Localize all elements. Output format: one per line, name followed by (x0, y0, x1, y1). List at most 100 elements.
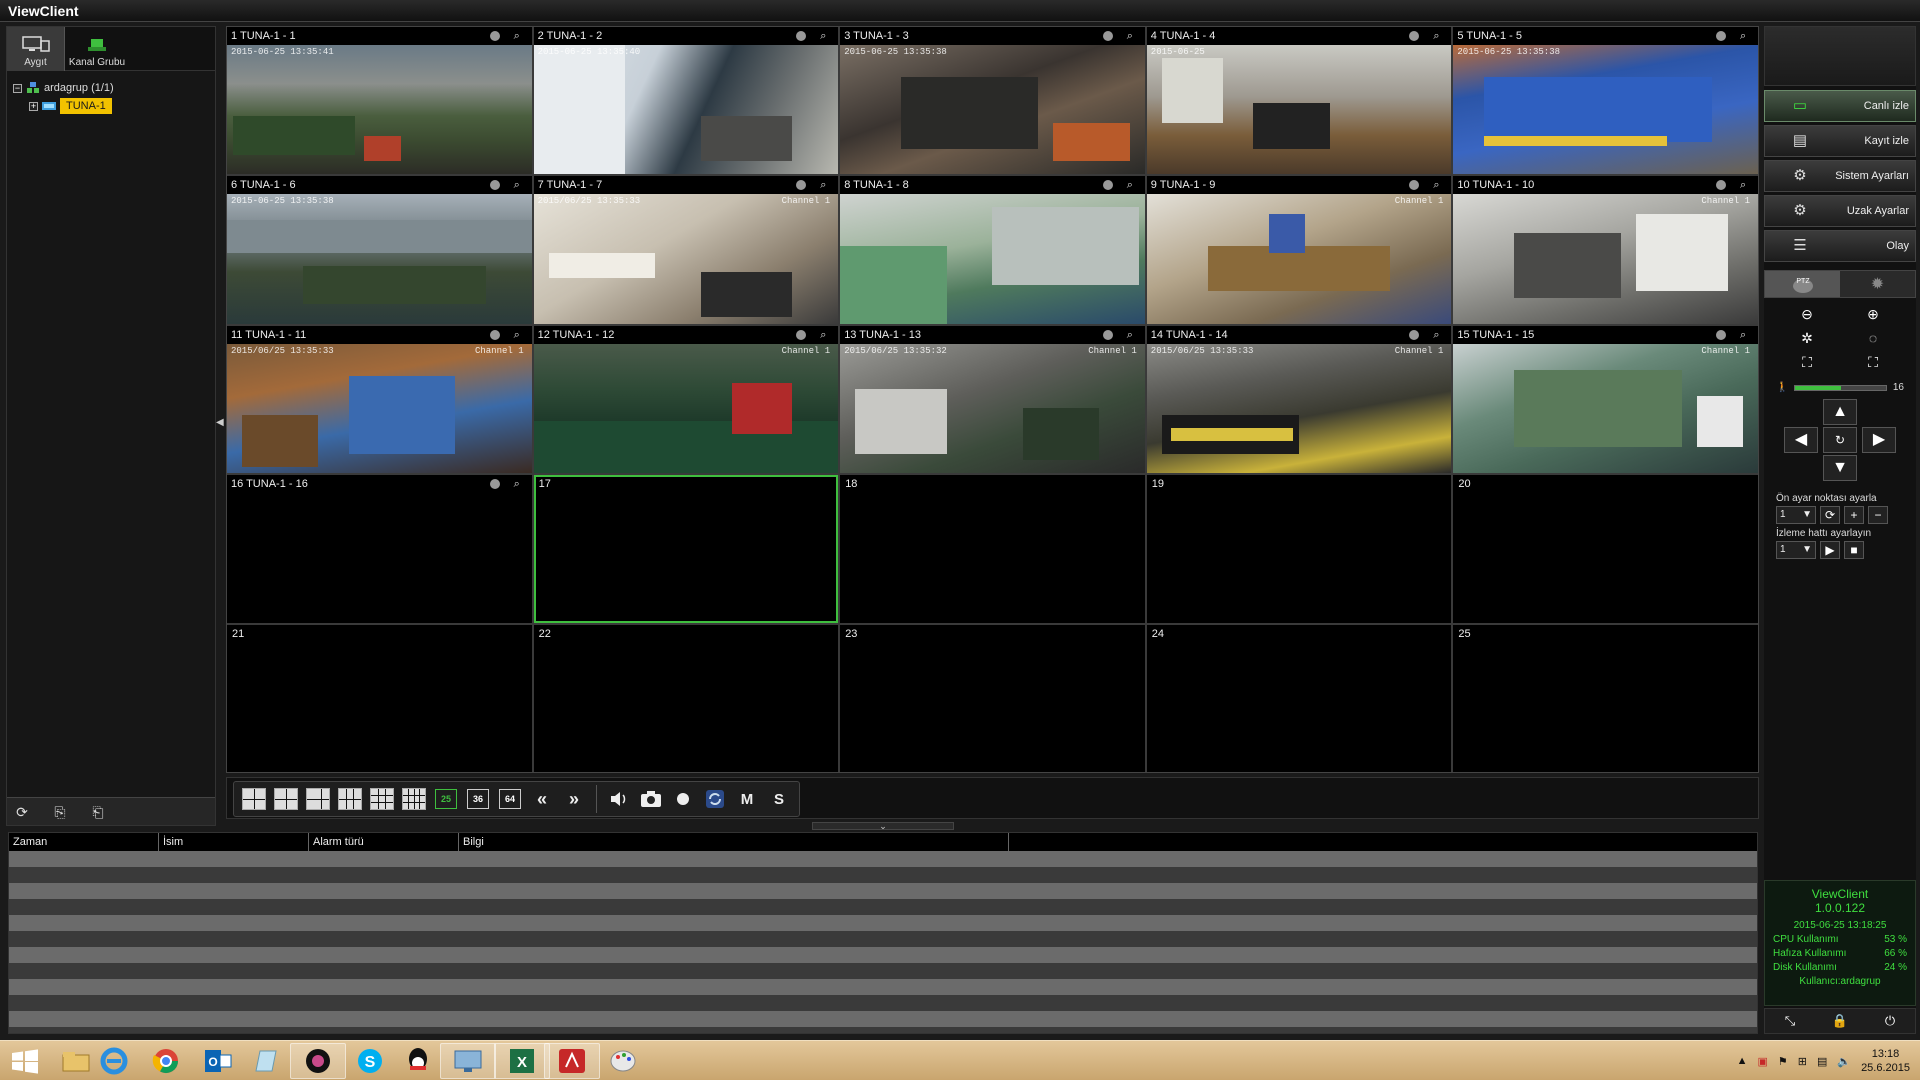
import-icon[interactable]: ⎘ (51, 803, 69, 821)
tray-acrobat-icon[interactable]: ▣ (1757, 1055, 1767, 1068)
event-log-row[interactable] (9, 867, 1757, 883)
record-status-icon[interactable] (489, 329, 500, 340)
layout-64-button[interactable]: 64 (496, 785, 524, 813)
empty-camera-cell[interactable]: 19 (1146, 475, 1452, 623)
power-icon[interactable]: ⏻ (1879, 1011, 1901, 1031)
camera-video-feed[interactable]: 2015/06/25 13:35:33 Channel 1 (1146, 343, 1452, 474)
digital-zoom-icon[interactable]: ⌕ (820, 179, 832, 191)
lock-icon[interactable]: 🔒 (1829, 1011, 1851, 1031)
camera-cell[interactable]: 13 TUNA-1 - 13 ⌕ 2015/06/25 13:35:32 Channe… (840, 325, 1145, 474)
focus-near-icon[interactable]: ✲ (1794, 328, 1820, 348)
camera-cell[interactable]: 3 TUNA-1 - 3 ⌕ 2015-06-25 13:35:38 (840, 27, 1145, 175)
event-log-row[interactable] (9, 963, 1757, 979)
layout-25-button[interactable]: 25 (432, 785, 460, 813)
camera-cell[interactable]: 4 TUNA-1 - 4 ⌕ 2015-06-25 (1146, 27, 1452, 175)
camera-cell[interactable]: 10 TUNA-1 - 10 ⌕ Channel 1 (1453, 176, 1758, 324)
layout-9-icon[interactable] (368, 785, 396, 813)
event-log-row[interactable] (9, 931, 1757, 947)
camera-cell[interactable]: 16 TUNA-1 - 16 ⌕ (227, 475, 532, 623)
track-play-icon[interactable]: ▶ (1820, 541, 1840, 559)
m-button[interactable]: M (733, 785, 761, 813)
zoom-out-icon[interactable]: ⊖ (1794, 304, 1820, 324)
tree-device-row[interactable]: + TUNA-1 (13, 97, 209, 115)
audio-icon[interactable] (605, 785, 633, 813)
camera-video-feed[interactable] (840, 194, 1145, 324)
event-log-row[interactable] (9, 899, 1757, 915)
record-status-icon[interactable] (1409, 31, 1420, 41)
collapse-left-panel-icon[interactable]: ◀ (216, 410, 224, 436)
ptz-auto-icon[interactable]: ↻ (1823, 427, 1857, 453)
digital-zoom-icon[interactable]: ⌕ (1740, 30, 1752, 42)
chrome-icon[interactable] (138, 1043, 194, 1079)
remote-desktop-icon[interactable] (440, 1043, 496, 1079)
event-log-row[interactable] (9, 995, 1757, 1011)
preset-select[interactable]: 1 ▼ (1776, 506, 1816, 524)
empty-camera-cell[interactable]: 25 (1453, 624, 1758, 772)
iris-close-icon[interactable]: ⛶ (1794, 352, 1820, 372)
focus-far-icon[interactable]: ◌ (1860, 328, 1886, 348)
nav-live-view[interactable]: ▭ Canlı izle (1764, 90, 1916, 122)
empty-camera-cell[interactable]: 21 (227, 624, 532, 772)
tab-device[interactable]: Aygıt (7, 27, 65, 71)
record-status-icon[interactable] (796, 31, 807, 41)
empty-camera-cell[interactable]: 18 (840, 475, 1145, 623)
next-page-icon[interactable]: » (560, 785, 588, 813)
qq-icon[interactable] (390, 1043, 446, 1079)
record-status-icon[interactable] (1409, 329, 1420, 340)
ptz-up-icon[interactable]: ▲ (1823, 399, 1857, 425)
column-alarm-type[interactable]: Alarm türü (309, 833, 459, 851)
record-status-icon[interactable] (796, 180, 807, 191)
empty-camera-cell[interactable]: 23 (840, 624, 1145, 772)
column-name[interactable]: İsim (159, 833, 309, 851)
tab-channel-group[interactable]: Kanal Grubu (65, 27, 129, 71)
tray-expand-icon[interactable]: ▲ (1737, 1055, 1748, 1067)
camera-cell[interactable]: 11 TUNA-1 - 11 ⌕ 2015/06/25 13:35:33 Channe… (227, 325, 532, 474)
collapse-icon[interactable]: − (13, 83, 22, 93)
camera-video-feed[interactable]: 2015/06/25 13:35:33 Channel 1 (533, 194, 839, 324)
event-log-row[interactable] (9, 883, 1757, 899)
digital-zoom-icon[interactable]: ⌕ (514, 179, 526, 191)
record-status-icon[interactable] (1102, 329, 1113, 340)
acrobat-icon[interactable] (544, 1043, 600, 1079)
layout-4-icon[interactable] (272, 785, 300, 813)
windows-start-icon[interactable] (6, 1045, 44, 1077)
camera-cell[interactable]: 8 TUNA-1 - 8 ⌕ (840, 176, 1145, 324)
digital-zoom-icon[interactable]: ⌕ (1127, 329, 1139, 341)
digital-zoom-icon[interactable]: ⌕ (820, 329, 832, 341)
snapshot-icon[interactable] (637, 785, 665, 813)
camera-cell[interactable]: 5 TUNA-1 - 5 ⌕ 2015-06-25 13:35:38 (1453, 27, 1758, 175)
ptz-down-icon[interactable]: ▼ (1823, 455, 1857, 481)
empty-camera-cell[interactable]: 20 (1453, 475, 1758, 623)
cycle-icon[interactable] (701, 785, 729, 813)
camera-cell[interactable]: 1 TUNA-1 - 1 ⌕ 2015-06-25 13:35:41 (227, 27, 532, 175)
nav-event[interactable]: ☰ Olay (1764, 230, 1916, 262)
event-log-row[interactable] (9, 1027, 1757, 1033)
layout-36-button[interactable]: 36 (464, 785, 492, 813)
refresh-icon[interactable]: ⟳ (13, 803, 31, 821)
camera-video-feed[interactable]: 2015-06-25 13:35:38 (840, 45, 1145, 175)
record-status-icon[interactable] (489, 180, 500, 191)
digital-zoom-icon[interactable]: ⌕ (1740, 179, 1752, 191)
viewclient-task-icon[interactable] (290, 1043, 346, 1079)
record-status-icon[interactable] (1409, 180, 1420, 191)
export-icon[interactable]: ⎗ (89, 803, 107, 821)
camera-video-feed[interactable]: Channel 1 (1453, 343, 1758, 474)
digital-zoom-icon[interactable]: ⌕ (1433, 329, 1445, 341)
digital-zoom-icon[interactable]: ⌕ (514, 478, 526, 490)
nav-playback[interactable]: ▤ Kayıt izle (1764, 125, 1916, 157)
camera-video-feed[interactable]: 2015-06-25 13:35:40 (533, 45, 839, 175)
layout-16-icon[interactable] (400, 785, 428, 813)
record-status-icon[interactable] (796, 329, 807, 340)
digital-zoom-icon[interactable]: ⌕ (1127, 30, 1139, 42)
camera-video-feed[interactable]: Channel 1 (1146, 194, 1452, 324)
camera-cell[interactable]: 12 TUNA-1 - 12 ⌕ Channel 1 (533, 325, 839, 474)
record-status-icon[interactable] (1102, 180, 1113, 191)
column-info[interactable]: Bilgi (459, 833, 1009, 851)
layout-8-icon[interactable] (336, 785, 364, 813)
record-status-icon[interactable] (1716, 180, 1726, 191)
event-log-row[interactable] (9, 851, 1757, 867)
preset-goto-icon[interactable]: ⟳ (1820, 506, 1840, 524)
camera-video-feed[interactable]: 2015-06-25 13:35:41 (227, 45, 532, 175)
empty-camera-cell[interactable]: 22 (533, 624, 839, 772)
tray-network-icon[interactable]: ▤ (1817, 1055, 1827, 1068)
